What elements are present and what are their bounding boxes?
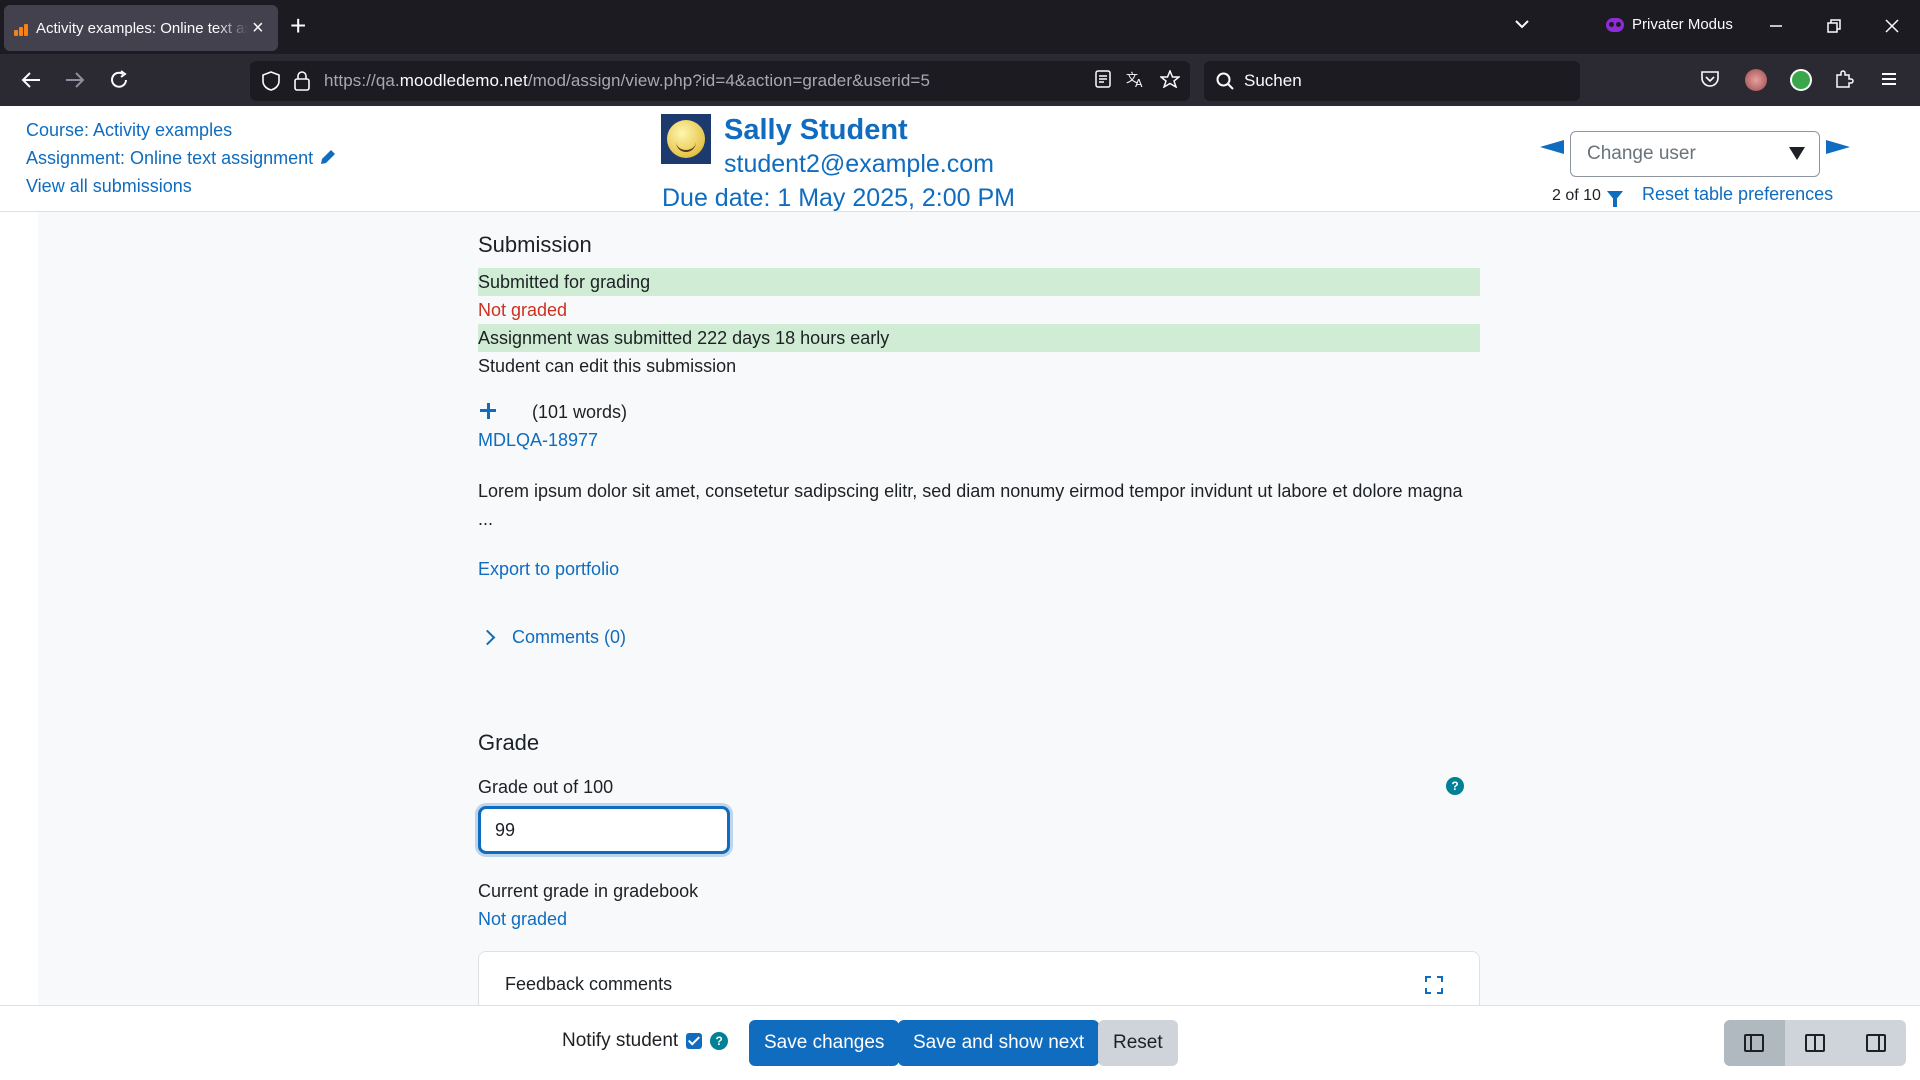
export-to-portfolio-link[interactable]: Export to portfolio: [478, 555, 619, 583]
private-mask-icon: [1606, 17, 1624, 32]
grading-panel[interactable]: Submission Submitted for grading Not gra…: [478, 212, 1480, 1005]
course-navigation: Course: Activity examples Assignment: On…: [26, 116, 337, 200]
reload-icon[interactable]: [108, 69, 130, 91]
feedback-comments-card[interactable]: Feedback comments: [478, 951, 1480, 1005]
grading-content: Submission Submitted for grading Not gra…: [0, 212, 1920, 1005]
extension-green-icon[interactable]: [1790, 69, 1812, 91]
assignment-link[interactable]: Assignment: Online text assignment: [26, 144, 337, 172]
translate-icon[interactable]: 文A: [1126, 70, 1146, 88]
minimize-icon[interactable]: [1768, 18, 1784, 34]
current-grade-label: Current grade in gradebook: [478, 881, 699, 901]
private-mode-label: Privater Modus: [1632, 16, 1733, 33]
user-avatar: [661, 114, 711, 164]
course-link[interactable]: Course: Activity examples: [26, 116, 337, 144]
reset-button[interactable]: Reset: [1098, 1020, 1178, 1066]
layout-collapse-review-button[interactable]: [1724, 1020, 1785, 1066]
moodle-favicon-icon: [14, 20, 30, 36]
word-count: (101 words): [532, 402, 628, 422]
assignment-link-label: Assignment: Online text assignment: [26, 148, 314, 168]
extensions-puzzle-icon[interactable]: [1834, 69, 1856, 91]
search-bar[interactable]: Suchen: [1204, 61, 1580, 101]
next-user-arrow-icon[interactable]: [1826, 140, 1850, 154]
time-remaining-status: Assignment was submitted 222 days 18 hou…: [478, 324, 1480, 352]
url-text[interactable]: https://qa.moodledemo.net/mod/assign/vie…: [324, 71, 930, 91]
reader-view-icon[interactable]: [1094, 70, 1112, 88]
fullscreen-expand-icon[interactable]: [1425, 976, 1443, 994]
comments-link[interactable]: Comments (0): [512, 623, 626, 651]
layout-toggle-group: [1724, 1020, 1906, 1066]
dropdown-caret-icon: [1789, 147, 1805, 160]
back-icon[interactable]: [20, 69, 42, 91]
lock-icon[interactable]: [294, 71, 310, 91]
left-gutter: [0, 212, 38, 1005]
change-user-placeholder: Change user: [1587, 143, 1696, 164]
app-menu-icon[interactable]: [1879, 69, 1901, 91]
bookmark-star-icon[interactable]: [1160, 70, 1180, 88]
edit-status: Student can edit this submission: [478, 356, 737, 376]
submission-title-link[interactable]: MDLQA-18977: [478, 426, 598, 454]
current-grade-value[interactable]: Not graded: [478, 905, 567, 933]
chevron-right-icon[interactable]: [479, 629, 496, 646]
user-name[interactable]: Sally Student: [724, 114, 908, 147]
filter-funnel-icon[interactable]: [1606, 191, 1623, 207]
notify-help-icon[interactable]: ?: [710, 1032, 729, 1050]
notify-student: Notify student ?: [562, 1030, 729, 1052]
tracking-shield-icon[interactable]: [262, 71, 280, 91]
browser-tab[interactable]: Activity examples: Online text assignmen…: [4, 5, 278, 51]
tab-title: Activity examples: Online text assignmen…: [36, 19, 248, 37]
grade-label: Grade out of 100: [478, 777, 614, 797]
url-bar[interactable]: https://qa.moodledemo.net/mod/assign/vie…: [250, 61, 1190, 101]
user-counter-text: 2 of 10: [1552, 187, 1601, 204]
grade-help-icon[interactable]: ?: [1446, 777, 1464, 795]
search-icon: [1216, 72, 1234, 90]
save-changes-button[interactable]: Save changes: [749, 1020, 900, 1066]
change-user-select[interactable]: Change user: [1570, 131, 1820, 177]
tab-list-icon[interactable]: [1512, 14, 1532, 34]
layout-right-panel-icon: [1865, 1034, 1886, 1052]
browser-tabbar: Activity examples: Online text assignmen…: [0, 0, 1920, 54]
reset-table-preferences-link[interactable]: Reset table preferences: [1642, 184, 1833, 205]
submission-heading: Submission: [478, 232, 592, 257]
restore-icon[interactable]: [1826, 18, 1842, 34]
notify-student-checkbox[interactable]: [686, 1033, 703, 1049]
user-counter: 2 of 10: [1552, 187, 1623, 207]
view-all-submissions-link[interactable]: View all submissions: [26, 172, 337, 200]
grade-heading: Grade: [478, 730, 540, 755]
extension-avatar-icon[interactable]: [1745, 69, 1767, 91]
grade-input[interactable]: [478, 806, 730, 854]
notify-student-label: Notify student: [562, 1030, 679, 1051]
window-close-icon[interactable]: [1884, 18, 1900, 34]
forward-icon[interactable]: [64, 69, 86, 91]
submission-status: Submitted for grading: [478, 268, 1480, 296]
save-and-show-next-button[interactable]: Save and show next: [898, 1020, 1100, 1066]
layout-collapse-grade-button[interactable]: [1845, 1020, 1906, 1066]
search-placeholder: Suchen: [1244, 71, 1302, 90]
submission-text: Lorem ipsum dolor sit amet, consetetur s…: [478, 481, 1463, 529]
layout-split-icon: [1805, 1034, 1825, 1052]
expand-plus-icon[interactable]: [478, 401, 498, 421]
layout-default-button[interactable]: [1785, 1020, 1846, 1066]
edit-pencil-icon[interactable]: [319, 148, 337, 166]
tab-close-icon[interactable]: ×: [252, 18, 264, 38]
private-mode-indicator: Privater Modus: [1606, 16, 1733, 33]
grading-status: Not graded: [478, 300, 568, 320]
previous-user-arrow-icon[interactable]: [1540, 140, 1564, 154]
grader-header: Course: Activity examples Assignment: On…: [0, 106, 1920, 212]
new-tab-button[interactable]: +: [290, 12, 306, 40]
user-email: student2@example.com: [724, 150, 994, 178]
due-date: Due date: 1 May 2025, 2:00 PM: [662, 184, 1015, 212]
feedback-comments-label: Feedback comments: [505, 974, 673, 994]
layout-left-panel-icon: [1744, 1034, 1765, 1052]
svg-text:A: A: [1135, 77, 1143, 88]
grading-footer: Notify student ? Save changes Save and s…: [0, 1005, 1920, 1080]
pocket-icon[interactable]: [1700, 69, 1722, 91]
browser-navbar: https://qa.moodledemo.net/mod/assign/vie…: [0, 54, 1920, 106]
